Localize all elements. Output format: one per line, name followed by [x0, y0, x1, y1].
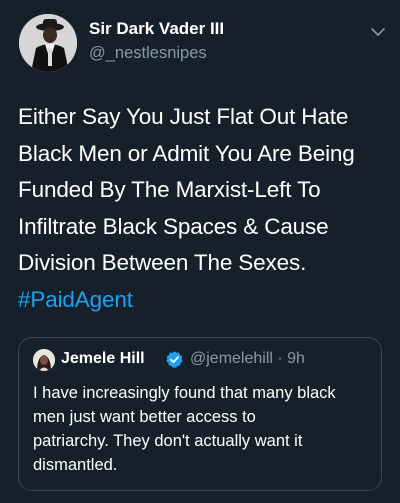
quoted-text-line: dismantled.: [33, 456, 118, 474]
quoted-text-line: patriarchy. They don't actually want it: [33, 432, 303, 450]
quoted-author-avatar[interactable]: [33, 349, 55, 371]
chevron-down-icon[interactable]: [371, 27, 385, 37]
quoted-author-name[interactable]: Jemele Hill: [61, 350, 145, 368]
author-name[interactable]: Sir Dark Vader III: [89, 19, 224, 39]
tweet-card: Sir Dark Vader III @_nestlesnipes Either…: [0, 0, 400, 503]
hashtag-link[interactable]: #PaidAgent: [18, 282, 398, 319]
verified-badge-icon: [166, 351, 183, 368]
quoted-tweet[interactable]: Jemele Hill @jemelehill · 9h I have incr…: [18, 337, 382, 491]
avatar-photo: [19, 14, 77, 72]
quoted-text-line: I have increasingly found that many blac…: [33, 384, 336, 402]
quoted-avatar-photo: [33, 349, 55, 371]
tweet-text: Either Say You Just Flat Out Hate Black …: [18, 99, 398, 318]
quoted-handle-time: @jemelehill · 9h: [190, 350, 305, 367]
tweet-text-line: Funded By The Marxist-Left To: [18, 177, 321, 202]
quoted-text-line: men just want better access to: [33, 408, 256, 426]
tweet-text-line: Black Men or Admit You Are Being: [18, 140, 355, 166]
author-avatar[interactable]: [19, 14, 77, 72]
tweet-text-line: Infiltrate Black Spaces & Cause: [18, 213, 329, 239]
tweet-text-line: Either Say You Just Flat Out Hate: [18, 104, 349, 129]
author-handle[interactable]: @_nestlesnipes: [89, 44, 207, 63]
tweet-text-line: Division Between The Sexes.: [18, 250, 307, 275]
quoted-tweet-text: I have increasingly found that many blac…: [33, 381, 373, 477]
